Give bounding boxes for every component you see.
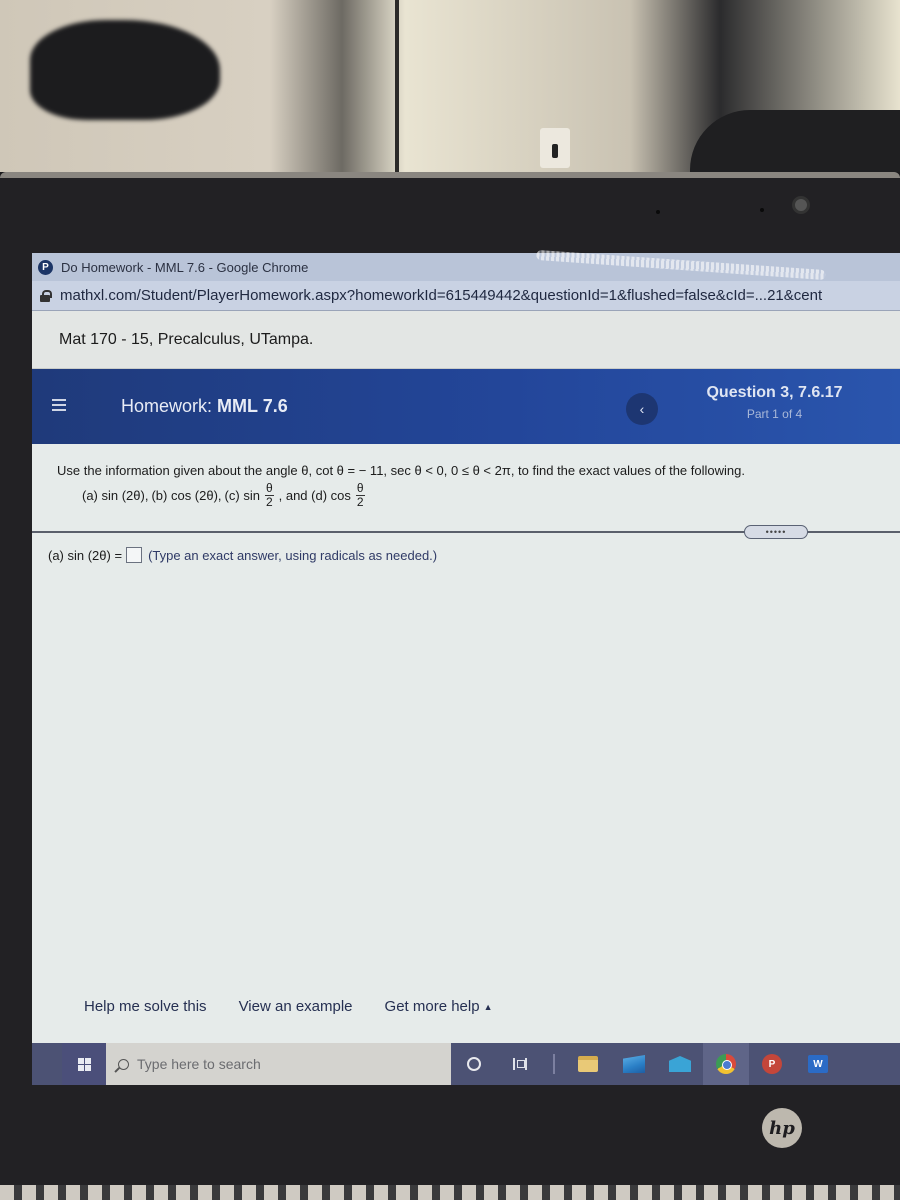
fraction-numerator: θ [355, 481, 365, 496]
search-icon [118, 1058, 129, 1070]
room-background [0, 0, 900, 172]
chrome-button[interactable] [703, 1043, 749, 1085]
help-me-solve-link[interactable]: Help me solve this [84, 998, 207, 1015]
lock-icon [40, 289, 52, 302]
part-c-text: (c) sin [224, 488, 260, 503]
cortana-icon [467, 1057, 481, 1071]
photos-button[interactable] [611, 1043, 657, 1085]
windows-logo-icon [77, 1057, 91, 1071]
hamburger-menu-icon[interactable] [52, 399, 66, 411]
hp-logo: hp [762, 1108, 802, 1148]
word-button[interactable]: W [795, 1043, 841, 1085]
pearson-logo-icon: P [38, 259, 53, 275]
url-text[interactable]: mathxl.com/Student/PlayerHomework.aspx?h… [60, 287, 822, 304]
address-bar[interactable]: mathxl.com/Student/PlayerHomework.aspx?h… [32, 281, 900, 311]
get-more-help-link[interactable]: Get more help ▲ [385, 998, 493, 1015]
fraction-denominator: 2 [265, 495, 273, 509]
taskbar-apps: P W [451, 1043, 841, 1085]
start-button[interactable] [62, 1043, 106, 1085]
photo-stage: P Do Homework - MML 7.6 - Google Chrome … [0, 0, 900, 1200]
answer-input[interactable] [126, 547, 143, 563]
sensor-dot [760, 208, 764, 212]
powerpoint-icon: P [762, 1054, 782, 1074]
question-intro: Use the information given about the angl… [57, 463, 745, 478]
background-chair [690, 110, 900, 172]
help-links: Help me solve this View an example Get m… [84, 998, 493, 1015]
sensor-dot [656, 210, 660, 214]
photos-icon [623, 1055, 645, 1073]
answer-label: (a) sin (2θ) = [48, 547, 123, 563]
part-b-text: (b) cos (2θ), [151, 488, 222, 503]
webcam [792, 196, 810, 214]
mail-button[interactable] [657, 1043, 703, 1085]
homework-name: MML 7.6 [217, 396, 288, 416]
chrome-icon [716, 1054, 736, 1074]
homework-title: Homework: MML 7.6 [121, 396, 288, 417]
question-parts: (a) sin (2θ), (b) cos (2θ), (c) sin θ 2 … [57, 482, 900, 509]
wall-outlet [540, 128, 570, 168]
caret-up-icon: ▲ [483, 1002, 493, 1013]
expand-handle[interactable]: ••••• [744, 525, 808, 539]
task-view-icon [513, 1058, 527, 1070]
fraction-theta-over-2: θ 2 [355, 481, 365, 509]
answer-hint: (Type an exact answer, using radicals as… [148, 547, 438, 563]
homework-header: Homework: MML 7.6 ‹ Question 3, 7.6.17 P… [32, 369, 900, 444]
window-title: Do Homework - MML 7.6 - Google Chrome [61, 259, 309, 275]
taskbar-search[interactable]: Type here to search [106, 1043, 451, 1085]
powerpoint-button[interactable]: P [749, 1043, 795, 1085]
course-banner: Mat 170 - 15, Precalculus, UTampa. [32, 311, 900, 369]
view-example-link[interactable]: View an example [239, 998, 353, 1015]
background-object [30, 20, 220, 120]
word-icon: W [808, 1055, 828, 1073]
cortana-button[interactable] [451, 1043, 497, 1085]
folder-icon [578, 1056, 598, 1072]
windows-taskbar: Type here to search P W [32, 1043, 900, 1085]
question-title: Question 3, 7.6.17 [706, 384, 843, 401]
part-d-text: , and (d) cos [278, 488, 351, 503]
chevron-left-icon: ‹ [639, 401, 645, 417]
question-prompt: Use the information given about the angl… [32, 444, 900, 509]
course-name: Mat 170 - 15, Precalculus, UTampa. [59, 330, 314, 348]
background-door-edge [395, 0, 399, 172]
previous-question-button[interactable]: ‹ [626, 393, 658, 425]
laptop-screen: P Do Homework - MML 7.6 - Google Chrome … [32, 253, 900, 1085]
task-view-button[interactable] [497, 1043, 543, 1085]
taskbar-separator [553, 1054, 555, 1074]
mail-icon [669, 1056, 691, 1072]
keyboard-edge [0, 1185, 900, 1200]
search-placeholder[interactable]: Type here to search [137, 1056, 261, 1072]
part-a-text: (a) sin (2θ), [82, 488, 149, 503]
answer-row: (a) sin (2θ) = (Type an exact answer, us… [48, 547, 437, 563]
question-part: Part 1 of 4 [746, 407, 803, 421]
fraction-theta-over-2: θ 2 [264, 481, 274, 509]
file-explorer-button[interactable] [565, 1043, 611, 1085]
fraction-denominator: 2 [356, 495, 364, 509]
fraction-numerator: θ [264, 481, 274, 496]
get-more-help-label: Get more help [384, 998, 480, 1015]
homework-prefix: Homework: [121, 396, 213, 416]
